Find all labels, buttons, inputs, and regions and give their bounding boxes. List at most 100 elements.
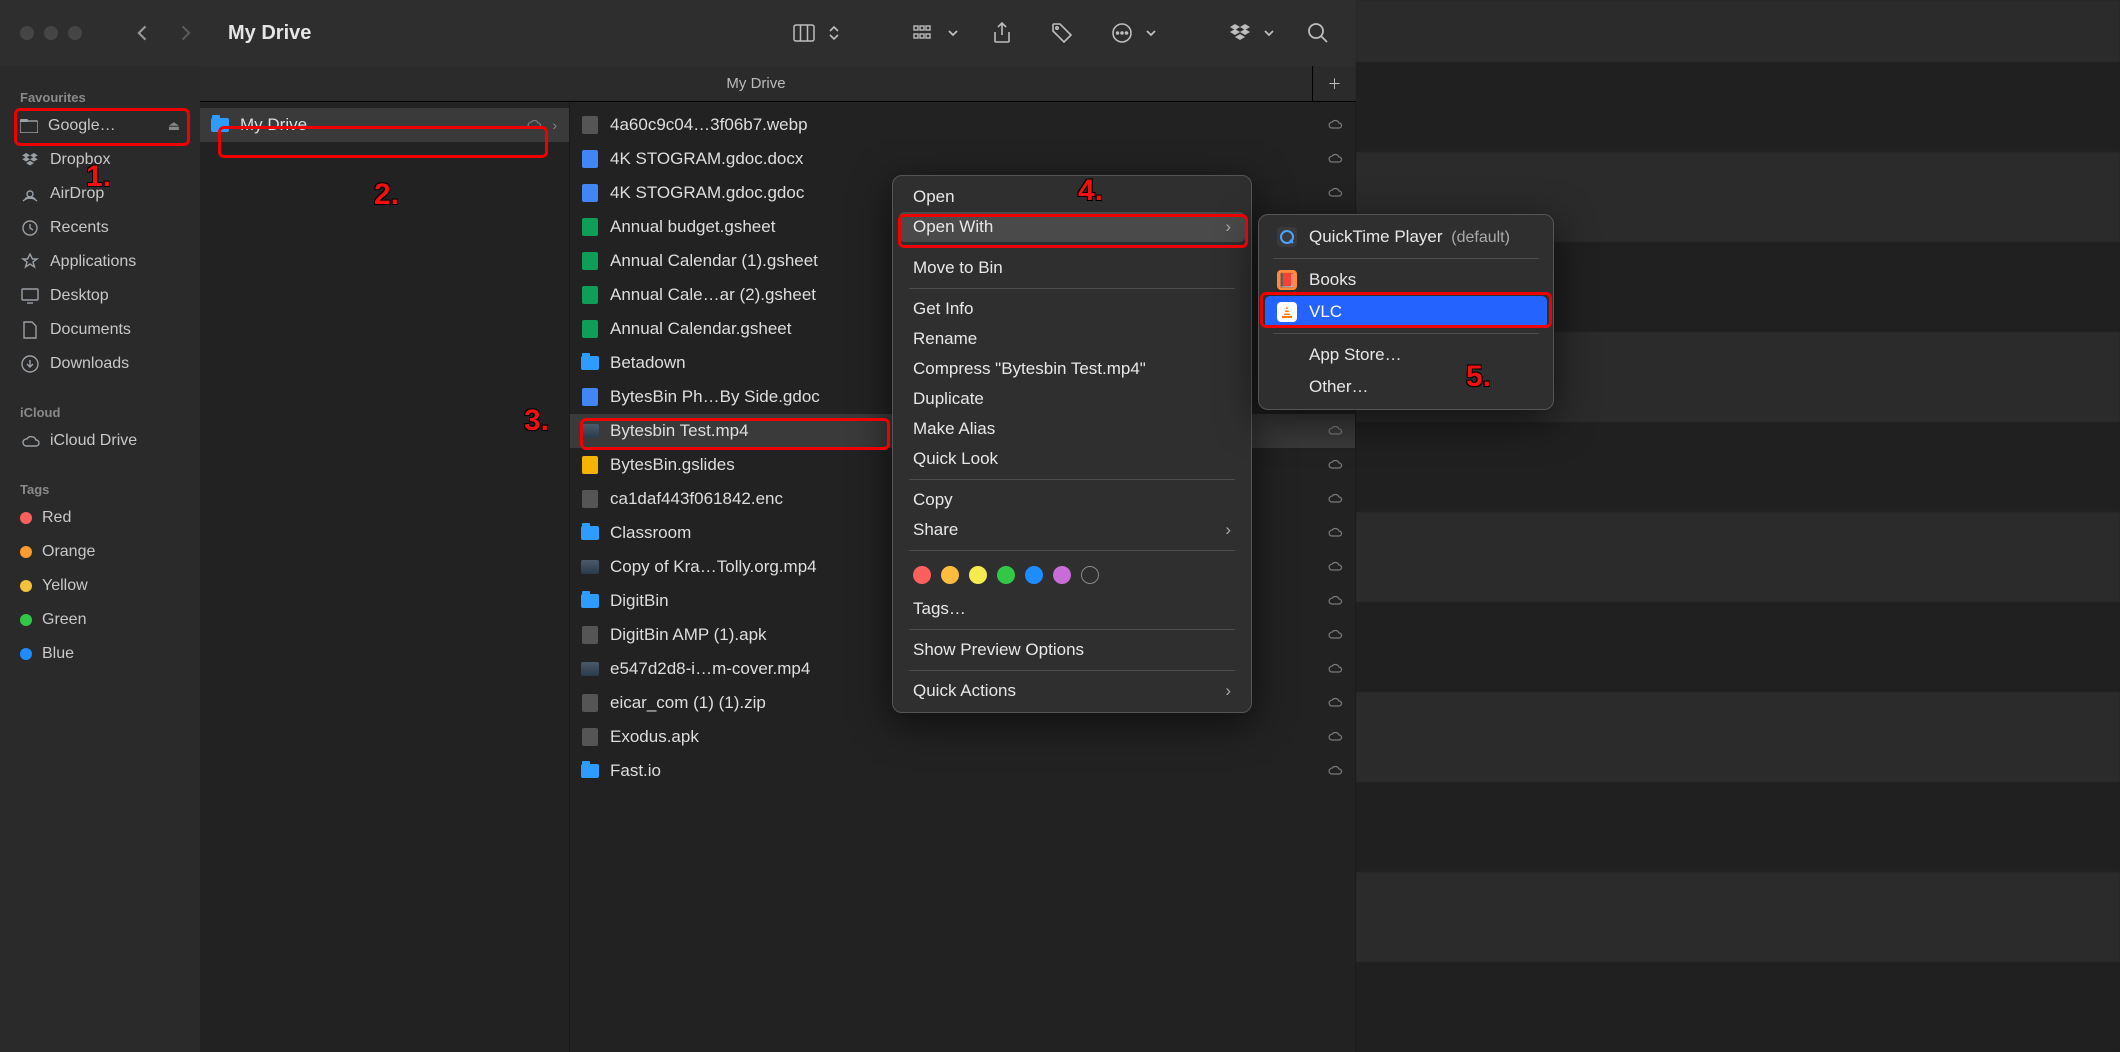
sidebar-item-label: Green xyxy=(42,611,86,629)
tag-color-swatch[interactable] xyxy=(1081,566,1099,584)
separator xyxy=(909,479,1235,480)
close-icon[interactable] xyxy=(20,26,34,40)
books-icon: 📕 xyxy=(1277,270,1297,290)
column2-item[interactable]: Exodus.apk xyxy=(570,720,1355,754)
view-chevron-icon[interactable] xyxy=(826,15,842,51)
chevron-down-icon[interactable] xyxy=(946,15,960,51)
column2-item[interactable]: 4a60c9c04…3f06b7.webp xyxy=(570,108,1355,142)
window-title: My Drive xyxy=(228,22,311,45)
cloud-icon xyxy=(1327,594,1343,609)
column2-item[interactable]: 4K STOGRAM.gdoc.docx xyxy=(570,142,1355,176)
group-button[interactable] xyxy=(906,15,942,51)
sidebar-tag-blue[interactable]: Blue xyxy=(10,637,190,671)
column1-item[interactable]: My Drive› xyxy=(200,108,569,142)
share-button[interactable] xyxy=(984,15,1020,51)
vlc-icon xyxy=(1277,302,1297,322)
drive-icon xyxy=(20,117,38,135)
sidebar-item-label: Downloads xyxy=(50,355,129,373)
chevron-right-icon: › xyxy=(552,117,557,133)
sidebar-tag-green[interactable]: Green xyxy=(10,603,190,637)
tabs-bar: My Drive ＋ xyxy=(200,66,1356,102)
forward-button[interactable] xyxy=(168,16,202,50)
eject-icon[interactable]: ⏏ xyxy=(168,118,180,134)
cloud-icon xyxy=(1327,118,1343,133)
documents-icon xyxy=(20,320,40,340)
sidebar-item-label: iCloud Drive xyxy=(50,432,137,450)
folder-icon xyxy=(581,526,599,540)
cm-show-preview-options[interactable]: Show Preview Options xyxy=(899,635,1245,665)
sidebar-item-applications[interactable]: Applications xyxy=(10,245,190,279)
sidebar-item-recents[interactable]: Recents xyxy=(10,211,190,245)
new-tab-button[interactable]: ＋ xyxy=(1312,66,1356,102)
annotation-number-2: 2. xyxy=(374,178,399,212)
sidebar-item-label: Orange xyxy=(42,543,95,561)
minimize-icon[interactable] xyxy=(44,26,58,40)
sidebar-item-label: Documents xyxy=(50,321,131,339)
cm-copy[interactable]: Copy xyxy=(899,485,1245,515)
sidebar-item-desktop[interactable]: Desktop xyxy=(10,279,190,313)
actions-button[interactable] xyxy=(1104,15,1140,51)
separator xyxy=(909,629,1235,630)
cm-compress[interactable]: Compress "Bytesbin Test.mp4" xyxy=(899,354,1245,384)
sidebar-item-documents[interactable]: Documents xyxy=(10,313,190,347)
video-thumb-icon xyxy=(581,424,599,438)
dropbox-icon xyxy=(20,150,40,170)
tag-dot-icon xyxy=(20,648,32,660)
cm-move-to-bin[interactable]: Move to Bin xyxy=(899,253,1245,283)
cm-rename[interactable]: Rename xyxy=(899,324,1245,354)
separator xyxy=(1273,258,1539,259)
cm-duplicate[interactable]: Duplicate xyxy=(899,384,1245,414)
sidebar-tag-orange[interactable]: Orange xyxy=(10,535,190,569)
context-menu: Open Open With› Move to Bin Get Info Ren… xyxy=(892,175,1252,713)
chevron-down-icon[interactable] xyxy=(1262,15,1276,51)
tag-color-swatch[interactable] xyxy=(969,566,987,584)
tag-color-swatch[interactable] xyxy=(997,566,1015,584)
cm-make-alias[interactable]: Make Alias xyxy=(899,414,1245,444)
ow-app-store[interactable]: App Store… xyxy=(1265,339,1547,371)
tag-color-swatch[interactable] xyxy=(913,566,931,584)
sidebar-item-icloud-drive[interactable]: iCloud Drive xyxy=(10,424,190,458)
tags-button[interactable] xyxy=(1044,15,1080,51)
sidebar-section-favourites: Favourites xyxy=(10,84,190,109)
tag-color-swatch[interactable] xyxy=(941,566,959,584)
cm-share[interactable]: Share› xyxy=(899,515,1245,545)
tag-dot-icon xyxy=(20,614,32,626)
gsheet-icon xyxy=(582,320,598,338)
ow-quicktime[interactable]: QuickTime Player (default) xyxy=(1265,221,1547,253)
back-button[interactable] xyxy=(126,16,160,50)
cloud-icon xyxy=(1327,526,1343,541)
cm-open-with[interactable]: Open With› xyxy=(899,212,1245,242)
ow-vlc[interactable]: VLC xyxy=(1265,296,1547,328)
cm-get-info[interactable]: Get Info xyxy=(899,294,1245,324)
cloud-icon xyxy=(1327,492,1343,507)
file-icon xyxy=(582,490,598,508)
cm-quick-look[interactable]: Quick Look xyxy=(899,444,1245,474)
sidebar-tag-yellow[interactable]: Yellow xyxy=(10,569,190,603)
sidebar-section-tags: Tags xyxy=(10,476,190,501)
sidebar-item-google-drive[interactable]: Google… ⏏ xyxy=(10,109,190,143)
cm-quick-actions[interactable]: Quick Actions› xyxy=(899,676,1245,706)
view-columns-button[interactable] xyxy=(786,15,822,51)
sidebar-item-downloads[interactable]: Downloads xyxy=(10,347,190,381)
cloud-icon xyxy=(526,118,542,133)
search-button[interactable] xyxy=(1300,15,1336,51)
clock-icon xyxy=(20,218,40,238)
separator xyxy=(909,550,1235,551)
cm-tags[interactable]: Tags… xyxy=(899,594,1245,624)
tab-my-drive[interactable]: My Drive xyxy=(200,75,1312,92)
zoom-icon[interactable] xyxy=(68,26,82,40)
window-traffic-lights xyxy=(20,26,82,40)
cm-open[interactable]: Open xyxy=(899,182,1245,212)
gslides-icon xyxy=(582,456,598,474)
airdrop-icon xyxy=(20,184,40,204)
dropbox-icon[interactable] xyxy=(1222,15,1258,51)
file-icon xyxy=(582,116,598,134)
ow-books[interactable]: 📕 Books xyxy=(1265,264,1547,296)
sidebar-tag-red[interactable]: Red xyxy=(10,501,190,535)
tag-color-swatch[interactable] xyxy=(1025,566,1043,584)
tag-dot-icon xyxy=(20,546,32,558)
column2-item[interactable]: Fast.io xyxy=(570,754,1355,788)
ow-other[interactable]: Other… xyxy=(1265,371,1547,403)
chevron-down-icon[interactable] xyxy=(1144,15,1158,51)
tag-color-swatch[interactable] xyxy=(1053,566,1071,584)
